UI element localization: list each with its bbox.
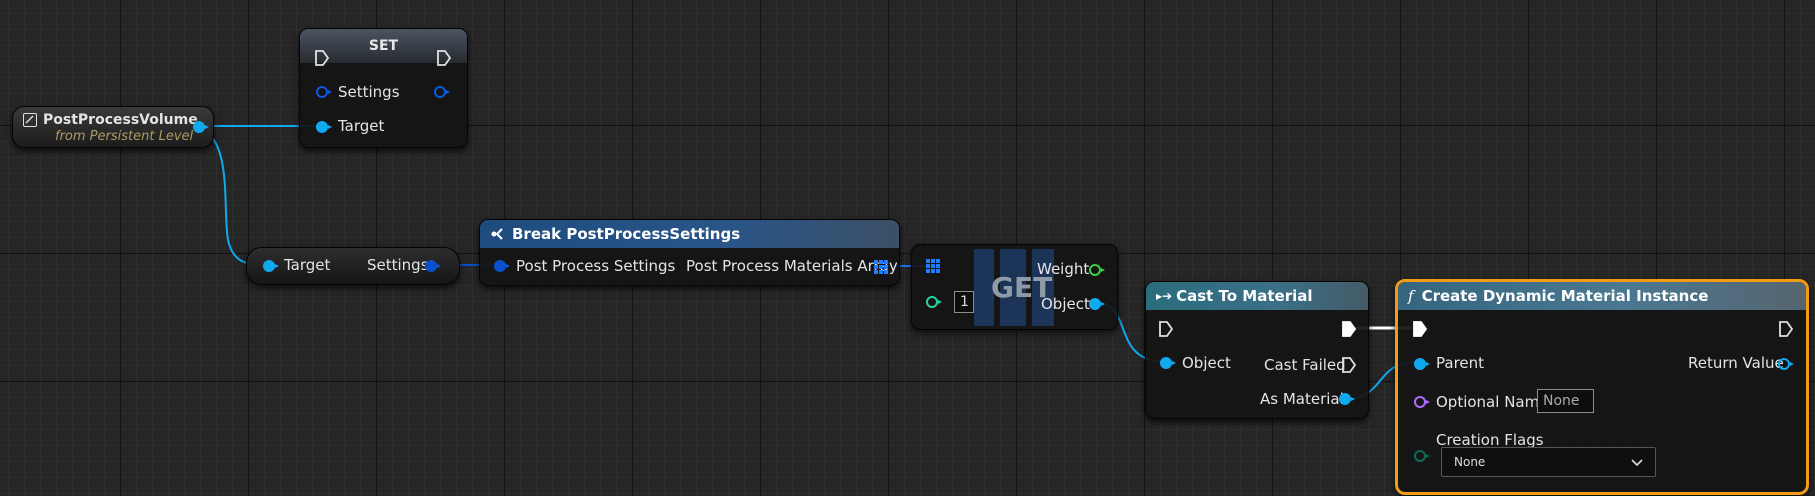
create-optional-name-field[interactable]: None [1537,389,1594,413]
get-index-field[interactable]: 1 [954,291,974,313]
getter-settings-out-pin[interactable] [425,260,441,272]
create-optional-name-label: Optional Name [1436,393,1549,411]
create-exec-in-pin[interactable] [1412,320,1428,338]
cast-arrow-icon: ▸➔ [1156,289,1173,303]
create-node-header: f Create Dynamic Material Instance [1398,282,1806,310]
create-return-value-pin[interactable] [1778,358,1794,370]
create-optional-name-pin[interactable] [1414,396,1430,408]
get-index-pin[interactable] [926,296,942,308]
blueprint-graph-canvas[interactable]: PostProcessVolume from Persistent Level … [0,0,1815,496]
create-creation-flags-pin[interactable] [1414,450,1430,462]
get-object-label: Object [1041,295,1090,313]
cast-exec-in-pin[interactable] [1158,320,1174,338]
set-exec-out-pin[interactable] [436,49,452,67]
postprocess-volume-subtitle: from Persistent Level [55,129,194,144]
get-weight-label: Weight [1037,260,1090,278]
cast-node-header: ▸➔ Cast To Material [1146,282,1368,310]
settings-getter-node[interactable]: Target Settings [246,247,460,285]
cast-as-material-out-pin[interactable] [1339,393,1355,405]
cast-node-title: Cast To Material [1176,287,1313,305]
break-settings-in-label: Post Process Settings [516,257,676,275]
chevron-down-icon [1631,459,1643,467]
create-parent-pin[interactable] [1414,358,1430,370]
creation-flags-selected: None [1454,455,1486,469]
postprocess-volume-output-pin[interactable] [193,121,209,133]
getter-target-pin[interactable] [263,260,279,272]
set-exec-in-pin[interactable] [314,49,330,67]
break-node-title: Break PostProcessSettings [512,225,741,243]
postprocess-volume-title: PostProcessVolume [43,112,198,128]
create-creation-flags-dropdown[interactable]: None [1441,447,1656,477]
get-weight-out-pin[interactable] [1089,264,1105,276]
set-target-label: Target [338,117,385,135]
break-array-out-label: Post Process Materials Array [686,257,898,275]
break-settings-in-pin[interactable] [494,260,510,272]
create-return-label: Return Value [1688,354,1784,372]
cast-object-label: Object [1182,354,1231,372]
actor-icon [23,113,37,127]
break-postprocess-settings-node[interactable]: Break PostProcessSettings Post Process S… [479,219,900,286]
set-settings-out-pin[interactable] [434,86,450,98]
array-get-node[interactable]: GET 1 Weight Object [911,244,1118,330]
get-object-out-pin[interactable] [1089,298,1105,310]
cast-failed-label: Cast Failed [1264,356,1346,374]
create-node-title: Create Dynamic Material Instance [1421,287,1709,305]
cast-failed-exec-pin[interactable] [1341,356,1357,374]
set-settings-label: Settings [338,83,400,101]
cast-as-material-label: As Material [1260,390,1344,408]
create-exec-out-pin[interactable] [1778,320,1794,338]
set-node-title: SET [368,38,399,54]
break-struct-icon [491,228,503,240]
break-array-out-pin[interactable] [874,260,888,274]
create-parent-label: Parent [1436,354,1485,372]
create-dynamic-material-instance-node[interactable]: f Create Dynamic Material Instance Paren… [1395,279,1809,495]
cast-exec-out-pin[interactable] [1341,320,1357,338]
cast-to-material-node[interactable]: ▸➔ Cast To Material Object Cast Failed A… [1145,281,1369,419]
getter-target-label: Target [284,256,331,274]
getter-settings-label: Settings [367,256,429,274]
set-settings-in-pin[interactable] [316,86,332,98]
postprocess-volume-node[interactable]: PostProcessVolume from Persistent Level [12,106,214,148]
break-node-header: Break PostProcessSettings [480,220,899,248]
get-array-in-pin[interactable] [926,259,940,273]
function-icon: f [1408,287,1414,305]
set-settings-node[interactable]: SET Settings Target [299,28,468,148]
cast-object-in-pin[interactable] [1160,357,1176,369]
set-target-pin[interactable] [316,121,332,133]
